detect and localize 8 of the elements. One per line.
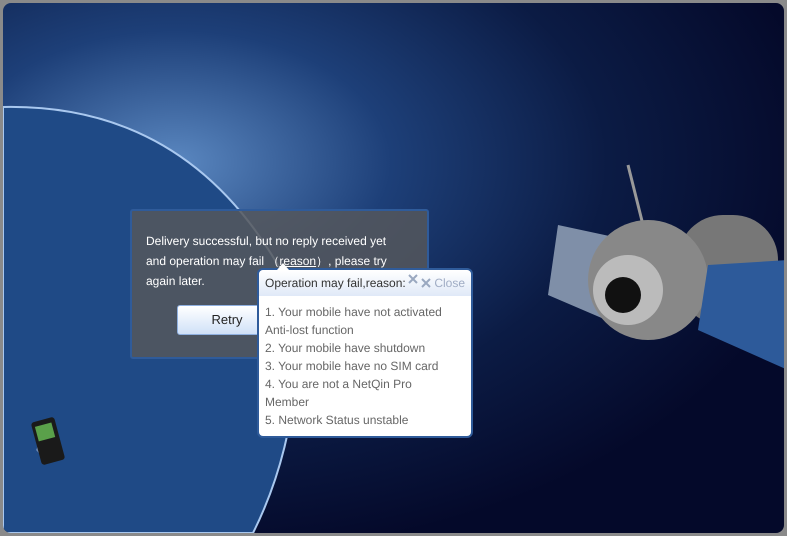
close-icon [408, 274, 418, 284]
reason-item: 2. Your mobile have shutdown [265, 340, 426, 357]
close-icon [421, 278, 432, 288]
reason-item: 3. Your mobile have no SIM card [265, 358, 440, 375]
reason-link[interactable]: reason [279, 254, 316, 268]
reason-item: 5. Network Status unstable [265, 412, 410, 429]
reason-item: 4. You are not a NetQin Pro Member [265, 376, 413, 411]
popup-title: Operation may fail,reason: [265, 275, 406, 292]
